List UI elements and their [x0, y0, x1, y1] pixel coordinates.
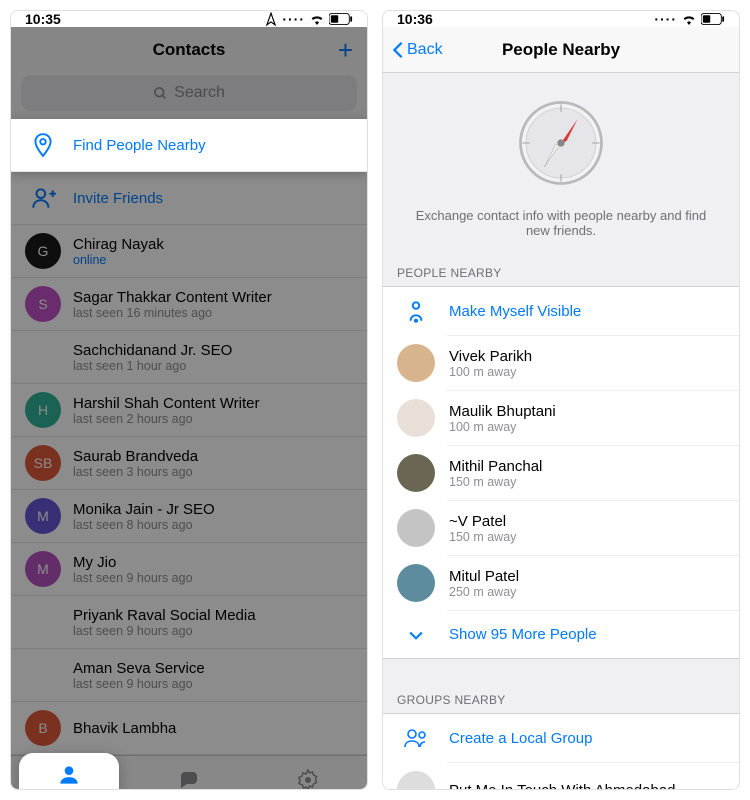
- back-button[interactable]: Back: [391, 41, 443, 59]
- avatar: SB: [25, 445, 61, 481]
- gear-icon: [296, 768, 320, 790]
- contact-row[interactable]: S Sagar Thakkar Content Writerlast seen …: [11, 278, 367, 331]
- find-people-nearby-row[interactable]: Find People Nearby: [11, 119, 367, 172]
- chevron-down-icon: [406, 625, 426, 645]
- avatar: [397, 771, 435, 790]
- contact-row[interactable]: G Chirag Nayakonline: [11, 225, 367, 278]
- section-header-people: PEOPLE NEARBY: [383, 256, 739, 286]
- contacts-list: Invite Friends G Chirag Nayakonline S Sa…: [11, 172, 367, 755]
- status-time: 10:36: [397, 11, 433, 27]
- avatar: [397, 454, 435, 492]
- contact-row[interactable]: M Monika Jain - Jr SEOlast seen 8 hours …: [11, 490, 367, 543]
- chats-icon: [177, 768, 201, 790]
- tab-chats[interactable]: Chats: [130, 756, 249, 790]
- contacts-screen: 10:35 ···· Contacts + Search Find People…: [10, 10, 368, 790]
- avatar: M: [25, 498, 61, 534]
- avatar: [397, 509, 435, 547]
- tab-contacts-highlight[interactable]: Contacts: [19, 753, 119, 790]
- person-location-icon: [403, 298, 429, 324]
- avatar: [397, 399, 435, 437]
- page-title: People Nearby: [502, 40, 620, 60]
- status-bar: 10:36 ····: [383, 11, 739, 27]
- contact-row[interactable]: B Bhavik Lambha: [11, 702, 367, 755]
- contact-row[interactable]: M My Jiolast seen 9 hours ago: [11, 543, 367, 596]
- battery-icon: [329, 13, 353, 25]
- intro-text: Exchange contact info with people nearby…: [413, 208, 709, 238]
- status-time: 10:35: [25, 11, 61, 27]
- page-title: Contacts: [153, 40, 226, 60]
- groups-nearby-list: Create a Local Group Put Me In Touch Wit…: [383, 713, 739, 790]
- search-icon: [153, 86, 168, 101]
- contact-row[interactable]: Aman Seva Servicelast seen 9 hours ago: [11, 649, 367, 702]
- person-add-icon: [30, 185, 56, 211]
- nav-header: Back People Nearby: [383, 27, 739, 73]
- compass-icon: [515, 97, 607, 189]
- contact-row[interactable]: Sachchidanand Jr. SEOlast seen 1 hour ag…: [11, 331, 367, 384]
- tab-settings[interactable]: Settings: [248, 756, 367, 790]
- make-visible-row[interactable]: Make Myself Visible: [383, 287, 739, 335]
- wifi-icon: [309, 13, 325, 25]
- nearby-group-row[interactable]: Put Me In Touch With Ahmedabad: [447, 762, 739, 790]
- status-icons: ····: [654, 11, 725, 27]
- contact-row[interactable]: H Harshil Shah Content Writerlast seen 2…: [11, 384, 367, 437]
- invite-friends-row[interactable]: Invite Friends: [11, 172, 367, 225]
- intro-section: Exchange contact info with people nearby…: [383, 73, 739, 256]
- avatar: H: [25, 392, 61, 428]
- nearby-person-row[interactable]: Vivek Parikh100 m away: [447, 335, 739, 390]
- nearby-person-row[interactable]: Maulik Bhuptani100 m away: [447, 390, 739, 445]
- avatar: M: [25, 551, 61, 587]
- contact-row[interactable]: Priyank Raval Social Medialast seen 9 ho…: [11, 596, 367, 649]
- contacts-icon: [56, 762, 82, 788]
- people-nearby-list: Make Myself Visible Vivek Parikh100 m aw…: [383, 286, 739, 659]
- avatar: B: [25, 710, 61, 746]
- location-pin-icon: [30, 132, 56, 158]
- avatar: S: [25, 286, 61, 322]
- create-group-row[interactable]: Create a Local Group: [383, 714, 739, 762]
- show-more-row[interactable]: Show 95 More People: [447, 610, 739, 658]
- nearby-person-row[interactable]: Mitul Patel250 m away: [447, 555, 739, 610]
- search-input[interactable]: Search: [21, 75, 357, 111]
- add-contact-button[interactable]: +: [338, 37, 353, 63]
- nearby-person-row[interactable]: ~V Patel150 m away: [447, 500, 739, 555]
- wifi-icon: [681, 13, 697, 25]
- nearby-person-row[interactable]: Mithil Panchal150 m away: [447, 445, 739, 500]
- chevron-left-icon: [391, 41, 405, 59]
- avatar: [397, 344, 435, 382]
- contact-row[interactable]: SB Saurab Brandvedalast seen 3 hours ago: [11, 437, 367, 490]
- status-icons: ····: [264, 11, 353, 27]
- people-nearby-screen: 10:36 ···· Back People Nearby: [382, 10, 740, 790]
- avatar: [397, 564, 435, 602]
- nav-header: Contacts +: [11, 27, 367, 73]
- status-bar: 10:35 ····: [11, 11, 367, 27]
- battery-icon: [701, 13, 725, 25]
- avatar: G: [25, 233, 61, 269]
- section-header-groups: GROUPS NEARBY: [383, 683, 739, 713]
- group-icon: [402, 726, 430, 750]
